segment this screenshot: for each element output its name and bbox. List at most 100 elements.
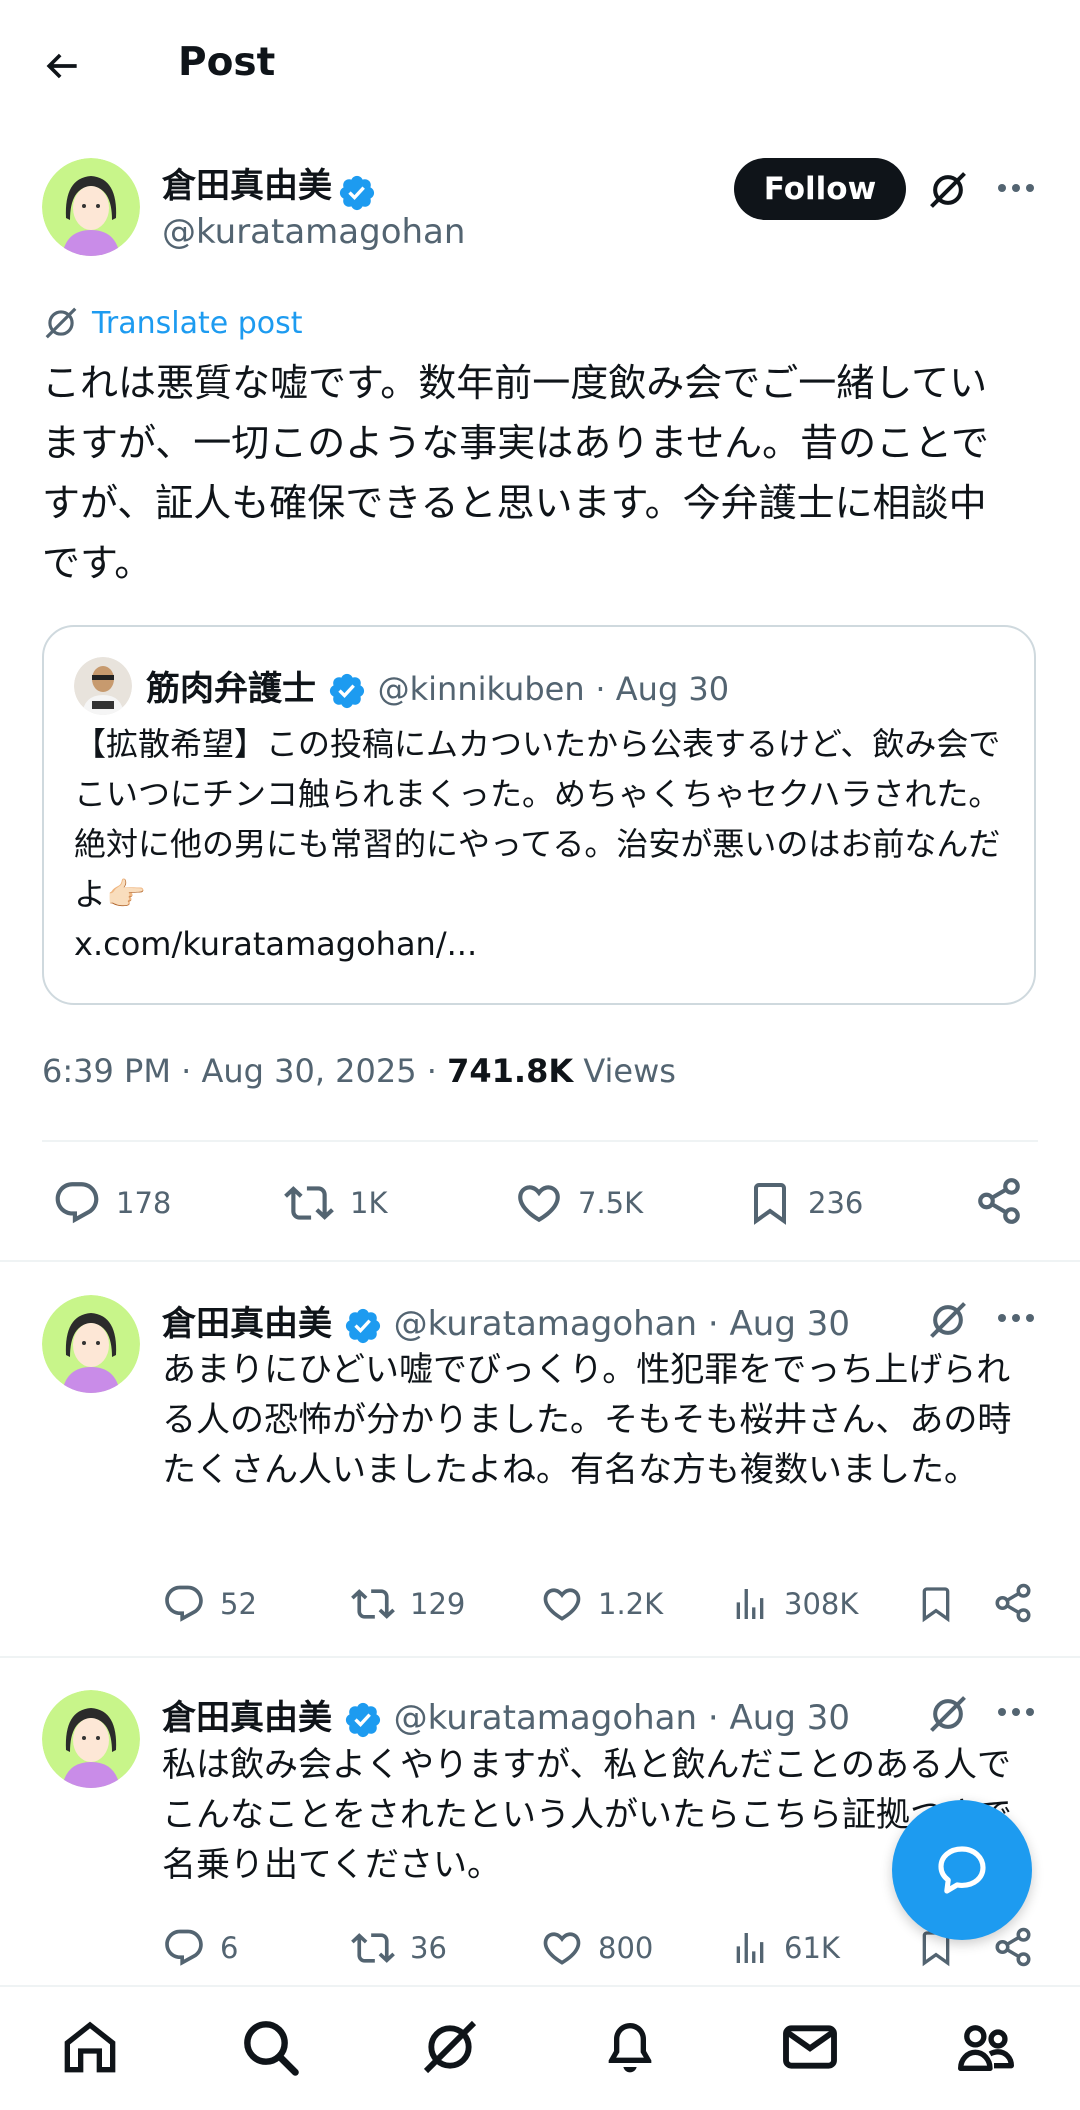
chat-icon — [934, 1842, 990, 1898]
like-count: 800 — [598, 1931, 654, 1965]
author-handle[interactable]: @kuratamagohan — [162, 212, 465, 252]
quote-author-name: 筋肉弁護士 — [146, 669, 316, 709]
divider — [0, 1260, 1080, 1262]
back-arrow-icon[interactable] — [40, 44, 84, 88]
verified-icon — [327, 671, 367, 711]
verified-icon — [343, 1306, 383, 1346]
views-button[interactable]: 61K — [730, 1926, 840, 1970]
follow-button[interactable]: Follow — [734, 158, 906, 220]
share-icon — [974, 1176, 1038, 1226]
reply-button[interactable]: 6 — [162, 1926, 238, 1970]
reply-icon — [162, 1926, 220, 1970]
avatar[interactable] — [42, 1295, 140, 1393]
share-icon — [992, 1926, 1048, 1968]
views-icon — [730, 1926, 784, 1970]
repost-button[interactable]: 129 — [350, 1582, 465, 1626]
avatar[interactable] — [42, 158, 140, 256]
share-button[interactable] — [974, 1176, 1038, 1226]
repost-count: 1K — [350, 1186, 388, 1220]
more-icon[interactable] — [996, 176, 1036, 200]
translate-link[interactable]: Translate post — [42, 304, 303, 342]
translate-label[interactable]: Translate post — [92, 306, 303, 341]
author-name[interactable]: 倉田真由美 — [162, 1304, 332, 1344]
repost-icon — [350, 1582, 410, 1626]
grok-icon[interactable] — [926, 1692, 970, 1736]
quote-body: 【拡散希望】この投稿にムカついたから公表するけど、飲み会でこいつにチンコ触られま… — [74, 719, 1014, 969]
bookmark-icon — [746, 1176, 808, 1230]
page-title: Post — [178, 40, 276, 85]
reply-button[interactable]: 52 — [162, 1582, 257, 1626]
reply-icon — [52, 1178, 116, 1228]
bookmark-button[interactable]: 236 — [746, 1176, 863, 1230]
reply-button[interactable]: 178 — [52, 1178, 171, 1228]
like-button[interactable]: 7.5K — [514, 1178, 643, 1228]
quote-text: 【拡散希望】この投稿にムカついたから公表するけど、飲み会でこいつにチンコ触られま… — [74, 725, 1001, 913]
views-count: 308K — [784, 1587, 859, 1621]
divider — [42, 1140, 1038, 1142]
like-button[interactable]: 1.2K — [540, 1582, 663, 1626]
reply-header: 倉田真由美 @kuratamagohan · Aug 30 — [162, 1296, 850, 1346]
author-name[interactable]: 倉田真由美 — [162, 166, 332, 206]
repost-count: 129 — [410, 1587, 466, 1621]
author-handle[interactable]: @kuratamagohan — [394, 1698, 697, 1738]
verified-icon — [343, 1700, 383, 1740]
messages-icon[interactable] — [778, 2015, 842, 2079]
share-button[interactable] — [992, 1582, 1048, 1624]
verified-icon — [337, 173, 377, 213]
post-text: これは悪質な嘘です。数年前一度飲み会でご一緒していますが、一切このような事実はあ… — [42, 361, 989, 585]
repost-count: 36 — [410, 1931, 447, 1965]
quote-link[interactable]: x.com/kuratamagohan/... — [74, 925, 477, 963]
reply-icon — [162, 1582, 220, 1626]
repost-icon — [282, 1178, 350, 1228]
bookmark-icon — [916, 1580, 970, 1628]
post-timestamp: 6:39 PM · Aug 30, 2025 · — [42, 1052, 437, 1090]
notifications-icon[interactable] — [598, 2015, 662, 2079]
like-icon — [540, 1582, 598, 1626]
bookmark-count: 236 — [808, 1186, 864, 1220]
pointing-emoji: 👉🏻 — [106, 875, 146, 913]
views-button[interactable]: 308K — [730, 1582, 858, 1626]
reply-count: 6 — [220, 1931, 239, 1965]
search-icon[interactable] — [238, 2015, 302, 2079]
quoted-post[interactable]: 筋肉弁護士 @kinnikuben · Aug 30 【拡散希望】この投稿にムカ… — [42, 625, 1036, 1005]
views-icon — [730, 1582, 784, 1626]
home-icon[interactable] — [58, 2015, 122, 2079]
divider — [0, 1656, 1080, 1658]
views-label: Views — [583, 1052, 676, 1090]
author-name[interactable]: 倉田真由美 — [162, 1698, 332, 1738]
grok-icon — [42, 304, 80, 342]
top-bar: Post — [0, 0, 1080, 125]
grok-icon[interactable] — [418, 2015, 482, 2079]
grok-icon[interactable] — [926, 1298, 970, 1342]
reply-text: あまりにひどい嘘でびっくり。性犯罪をでっち上げられる人の恐怖が分かりました。そも… — [162, 1350, 1012, 1490]
bookmark-button[interactable] — [916, 1580, 970, 1628]
like-count: 7.5K — [578, 1186, 644, 1220]
share-button[interactable] — [992, 1926, 1048, 1968]
chat-fab-button[interactable] — [892, 1800, 1032, 1940]
like-icon — [514, 1178, 578, 1228]
views-count: 61K — [784, 1931, 840, 1965]
more-icon[interactable] — [996, 1700, 1036, 1724]
avatar — [74, 657, 132, 715]
repost-button[interactable]: 1K — [282, 1178, 387, 1228]
repost-icon — [350, 1926, 410, 1970]
share-icon — [992, 1582, 1048, 1624]
author-handle[interactable]: @kuratamagohan — [394, 1304, 697, 1344]
post-meta: 6:39 PM · Aug 30, 2025 · 741.8K Views — [42, 1052, 676, 1090]
reply-date: · Aug 30 — [707, 1304, 850, 1344]
more-icon[interactable] — [996, 1306, 1036, 1330]
grok-icon[interactable] — [926, 168, 970, 212]
communities-icon[interactable] — [954, 2015, 1018, 2079]
bottom-nav — [0, 1985, 1080, 2110]
avatar[interactable] — [42, 1690, 140, 1788]
repost-button[interactable]: 36 — [350, 1926, 447, 1970]
quote-date: · Aug 30 — [595, 670, 730, 708]
views-count[interactable]: 741.8K — [447, 1052, 573, 1090]
like-icon — [540, 1926, 598, 1970]
quote-header: 筋肉弁護士 @kinnikuben · Aug 30 — [146, 661, 729, 711]
reply-header: 倉田真由美 @kuratamagohan · Aug 30 — [162, 1690, 850, 1740]
like-button[interactable]: 800 — [540, 1926, 653, 1970]
reply-date: · Aug 30 — [707, 1698, 850, 1738]
reply-count: 178 — [116, 1186, 172, 1220]
like-count: 1.2K — [598, 1587, 664, 1621]
